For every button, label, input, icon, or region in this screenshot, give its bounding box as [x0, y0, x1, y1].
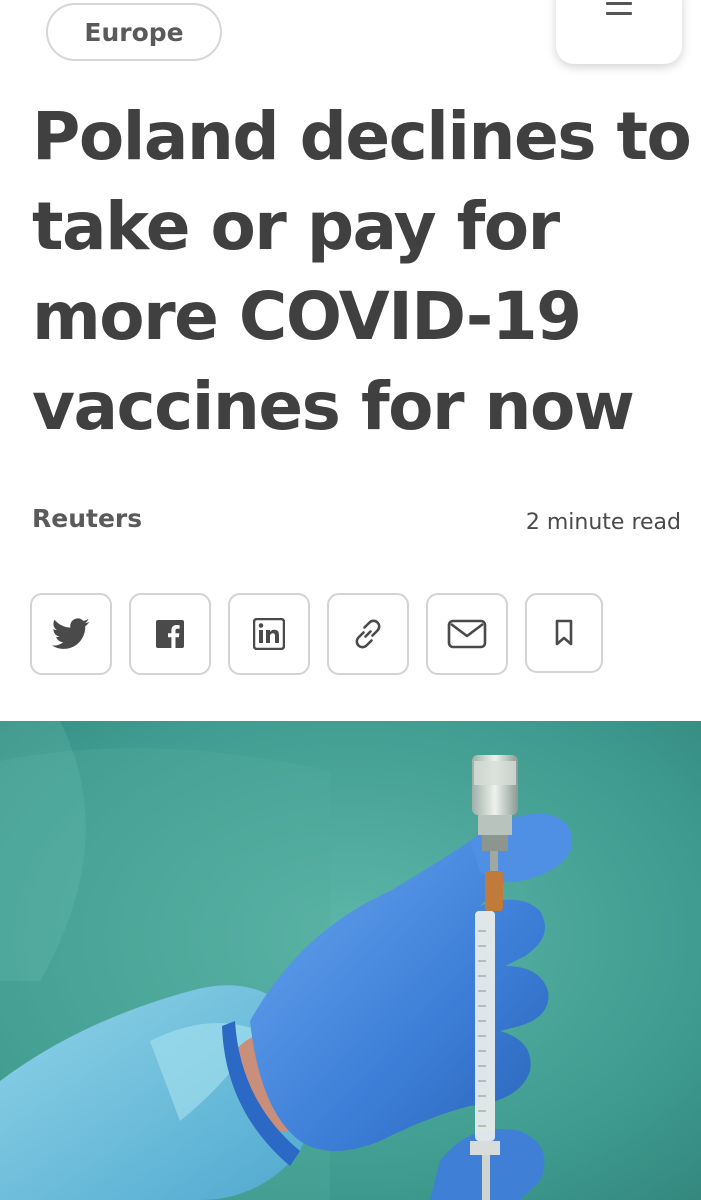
share-email-button[interactable]	[426, 593, 508, 675]
bookmark-icon	[555, 619, 573, 646]
read-time: 2 minute read	[525, 510, 681, 535]
vaccine-syringe-photo	[0, 721, 701, 1200]
twitter-icon	[52, 618, 90, 649]
link-icon	[355, 619, 381, 649]
facebook-icon	[156, 620, 184, 648]
copy-link-button[interactable]	[327, 593, 409, 675]
share-twitter-button[interactable]	[30, 593, 112, 675]
article-headline: Poland declines to take or pay for more …	[32, 98, 692, 445]
menu-button[interactable]	[556, 0, 682, 64]
hero-image	[0, 721, 701, 1200]
share-facebook-button[interactable]	[129, 593, 211, 675]
bookmark-button[interactable]	[525, 593, 603, 673]
envelope-icon	[447, 619, 487, 649]
hamburger-menu-icon	[606, 2, 632, 22]
category-tag[interactable]: Europe	[46, 3, 222, 61]
share-linkedin-button[interactable]	[228, 593, 310, 675]
linkedin-icon	[253, 618, 285, 650]
article-byline[interactable]: Reuters	[32, 504, 142, 533]
